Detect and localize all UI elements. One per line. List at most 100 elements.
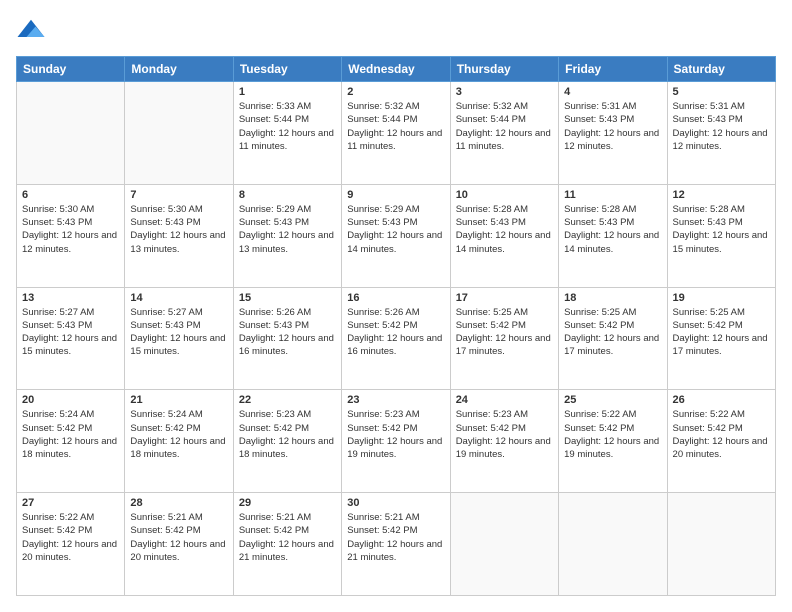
day-number: 22 <box>239 394 336 406</box>
calendar-cell: 16 Sunrise: 5:26 AMSunset: 5:42 PMDayligh… <box>342 287 450 390</box>
cell-content: Sunrise: 5:25 AMSunset: 5:42 PMDaylight:… <box>456 306 553 359</box>
weekday-tuesday: Tuesday <box>233 57 341 82</box>
calendar-cell: 21 Sunrise: 5:24 AMSunset: 5:42 PMDayligh… <box>125 390 233 493</box>
week-row-1: 1 Sunrise: 5:33 AMSunset: 5:44 PMDaylight… <box>17 82 776 185</box>
cell-content: Sunrise: 5:24 AMSunset: 5:42 PMDaylight:… <box>22 408 119 461</box>
day-number: 3 <box>456 86 553 98</box>
cell-content: Sunrise: 5:22 AMSunset: 5:42 PMDaylight:… <box>673 408 770 461</box>
calendar-table: SundayMondayTuesdayWednesdayThursdayFrid… <box>16 56 776 596</box>
calendar-cell <box>559 493 667 596</box>
cell-content: Sunrise: 5:25 AMSunset: 5:42 PMDaylight:… <box>564 306 661 359</box>
cell-content: Sunrise: 5:32 AMSunset: 5:44 PMDaylight:… <box>456 100 553 153</box>
cell-content: Sunrise: 5:22 AMSunset: 5:42 PMDaylight:… <box>564 408 661 461</box>
calendar-cell: 27 Sunrise: 5:22 AMSunset: 5:42 PMDayligh… <box>17 493 125 596</box>
cell-content: Sunrise: 5:28 AMSunset: 5:43 PMDaylight:… <box>564 203 661 256</box>
cell-content: Sunrise: 5:23 AMSunset: 5:42 PMDaylight:… <box>239 408 336 461</box>
calendar-cell: 7 Sunrise: 5:30 AMSunset: 5:43 PMDaylight… <box>125 184 233 287</box>
calendar-cell: 11 Sunrise: 5:28 AMSunset: 5:43 PMDayligh… <box>559 184 667 287</box>
cell-content: Sunrise: 5:26 AMSunset: 5:43 PMDaylight:… <box>239 306 336 359</box>
day-number: 21 <box>130 394 227 406</box>
cell-content: Sunrise: 5:32 AMSunset: 5:44 PMDaylight:… <box>347 100 444 153</box>
day-number: 27 <box>22 497 119 509</box>
cell-content: Sunrise: 5:27 AMSunset: 5:43 PMDaylight:… <box>22 306 119 359</box>
weekday-saturday: Saturday <box>667 57 775 82</box>
cell-content: Sunrise: 5:31 AMSunset: 5:43 PMDaylight:… <box>673 100 770 153</box>
day-number: 24 <box>456 394 553 406</box>
calendar-cell: 18 Sunrise: 5:25 AMSunset: 5:42 PMDayligh… <box>559 287 667 390</box>
day-number: 23 <box>347 394 444 406</box>
day-number: 18 <box>564 292 661 304</box>
cell-content: Sunrise: 5:30 AMSunset: 5:43 PMDaylight:… <box>130 203 227 256</box>
header <box>16 16 776 46</box>
day-number: 19 <box>673 292 770 304</box>
cell-content: Sunrise: 5:28 AMSunset: 5:43 PMDaylight:… <box>456 203 553 256</box>
day-number: 30 <box>347 497 444 509</box>
cell-content: Sunrise: 5:29 AMSunset: 5:43 PMDaylight:… <box>239 203 336 256</box>
calendar-cell: 2 Sunrise: 5:32 AMSunset: 5:44 PMDaylight… <box>342 82 450 185</box>
cell-content: Sunrise: 5:25 AMSunset: 5:42 PMDaylight:… <box>673 306 770 359</box>
day-number: 29 <box>239 497 336 509</box>
calendar-cell: 13 Sunrise: 5:27 AMSunset: 5:43 PMDayligh… <box>17 287 125 390</box>
cell-content: Sunrise: 5:27 AMSunset: 5:43 PMDaylight:… <box>130 306 227 359</box>
day-number: 14 <box>130 292 227 304</box>
logo-icon <box>16 16 46 46</box>
calendar-cell: 8 Sunrise: 5:29 AMSunset: 5:43 PMDaylight… <box>233 184 341 287</box>
calendar-cell: 3 Sunrise: 5:32 AMSunset: 5:44 PMDaylight… <box>450 82 558 185</box>
calendar-cell: 15 Sunrise: 5:26 AMSunset: 5:43 PMDayligh… <box>233 287 341 390</box>
day-number: 5 <box>673 86 770 98</box>
calendar-cell: 6Sunrise: 5:30 AMSunset: 5:43 PMDaylight… <box>17 184 125 287</box>
calendar-cell: 26Sunrise: 5:22 AMSunset: 5:42 PMDayligh… <box>667 390 775 493</box>
day-number: 20 <box>22 394 119 406</box>
cell-content: Sunrise: 5:22 AMSunset: 5:42 PMDaylight:… <box>22 511 119 564</box>
calendar-cell: 29Sunrise: 5:21 AMSunset: 5:42 PMDayligh… <box>233 493 341 596</box>
cell-content: Sunrise: 5:21 AMSunset: 5:42 PMDaylight:… <box>130 511 227 564</box>
day-number: 2 <box>347 86 444 98</box>
calendar-cell: 22 Sunrise: 5:23 AMSunset: 5:42 PMDayligh… <box>233 390 341 493</box>
cell-content: Sunrise: 5:23 AMSunset: 5:42 PMDaylight:… <box>347 408 444 461</box>
weekday-wednesday: Wednesday <box>342 57 450 82</box>
day-number: 15 <box>239 292 336 304</box>
calendar-cell <box>667 493 775 596</box>
weekday-header-row: SundayMondayTuesdayWednesdayThursdayFrid… <box>17 57 776 82</box>
calendar-cell: 24 Sunrise: 5:23 AMSunset: 5:42 PMDayligh… <box>450 390 558 493</box>
day-number: 8 <box>239 189 336 201</box>
calendar-cell: 30Sunrise: 5:21 AMSunset: 5:42 PMDayligh… <box>342 493 450 596</box>
calendar-cell <box>17 82 125 185</box>
calendar-cell: 25Sunrise: 5:22 AMSunset: 5:42 PMDayligh… <box>559 390 667 493</box>
weekday-thursday: Thursday <box>450 57 558 82</box>
weekday-sunday: Sunday <box>17 57 125 82</box>
day-number: 6 <box>22 189 119 201</box>
day-number: 17 <box>456 292 553 304</box>
calendar-cell: 9Sunrise: 5:29 AMSunset: 5:43 PMDaylight… <box>342 184 450 287</box>
day-number: 12 <box>673 189 770 201</box>
day-number: 7 <box>130 189 227 201</box>
day-number: 1 <box>239 86 336 98</box>
day-number: 11 <box>564 189 661 201</box>
calendar-cell: 12 Sunrise: 5:28 AMSunset: 5:43 PMDayligh… <box>667 184 775 287</box>
calendar-cell: 4 Sunrise: 5:31 AMSunset: 5:43 PMDaylight… <box>559 82 667 185</box>
cell-content: Sunrise: 5:31 AMSunset: 5:43 PMDaylight:… <box>564 100 661 153</box>
calendar-cell <box>125 82 233 185</box>
page: SundayMondayTuesdayWednesdayThursdayFrid… <box>0 0 792 612</box>
week-row-5: 27 Sunrise: 5:22 AMSunset: 5:42 PMDayligh… <box>17 493 776 596</box>
calendar-cell: 10 Sunrise: 5:28 AMSunset: 5:43 PMDayligh… <box>450 184 558 287</box>
day-number: 13 <box>22 292 119 304</box>
day-number: 16 <box>347 292 444 304</box>
calendar-cell <box>450 493 558 596</box>
cell-content: Sunrise: 5:33 AMSunset: 5:44 PMDaylight:… <box>239 100 336 153</box>
calendar-cell: 20 Sunrise: 5:24 AMSunset: 5:42 PMDayligh… <box>17 390 125 493</box>
calendar-cell: 17 Sunrise: 5:25 AMSunset: 5:42 PMDayligh… <box>450 287 558 390</box>
cell-content: Sunrise: 5:23 AMSunset: 5:42 PMDaylight:… <box>456 408 553 461</box>
calendar-cell: 23 Sunrise: 5:23 AMSunset: 5:42 PMDayligh… <box>342 390 450 493</box>
day-number: 4 <box>564 86 661 98</box>
week-row-4: 20 Sunrise: 5:24 AMSunset: 5:42 PMDayligh… <box>17 390 776 493</box>
cell-content: Sunrise: 5:24 AMSunset: 5:42 PMDaylight:… <box>130 408 227 461</box>
cell-content: Sunrise: 5:28 AMSunset: 5:43 PMDaylight:… <box>673 203 770 256</box>
cell-content: Sunrise: 5:26 AMSunset: 5:42 PMDaylight:… <box>347 306 444 359</box>
week-row-3: 13 Sunrise: 5:27 AMSunset: 5:43 PMDayligh… <box>17 287 776 390</box>
cell-content: Sunrise: 5:29 AMSunset: 5:43 PMDaylight:… <box>347 203 444 256</box>
calendar-cell: 1 Sunrise: 5:33 AMSunset: 5:44 PMDaylight… <box>233 82 341 185</box>
week-row-2: 6 Sunrise: 5:30 AMSunset: 5:43 PMDaylight… <box>17 184 776 287</box>
weekday-friday: Friday <box>559 57 667 82</box>
day-number: 10 <box>456 189 553 201</box>
